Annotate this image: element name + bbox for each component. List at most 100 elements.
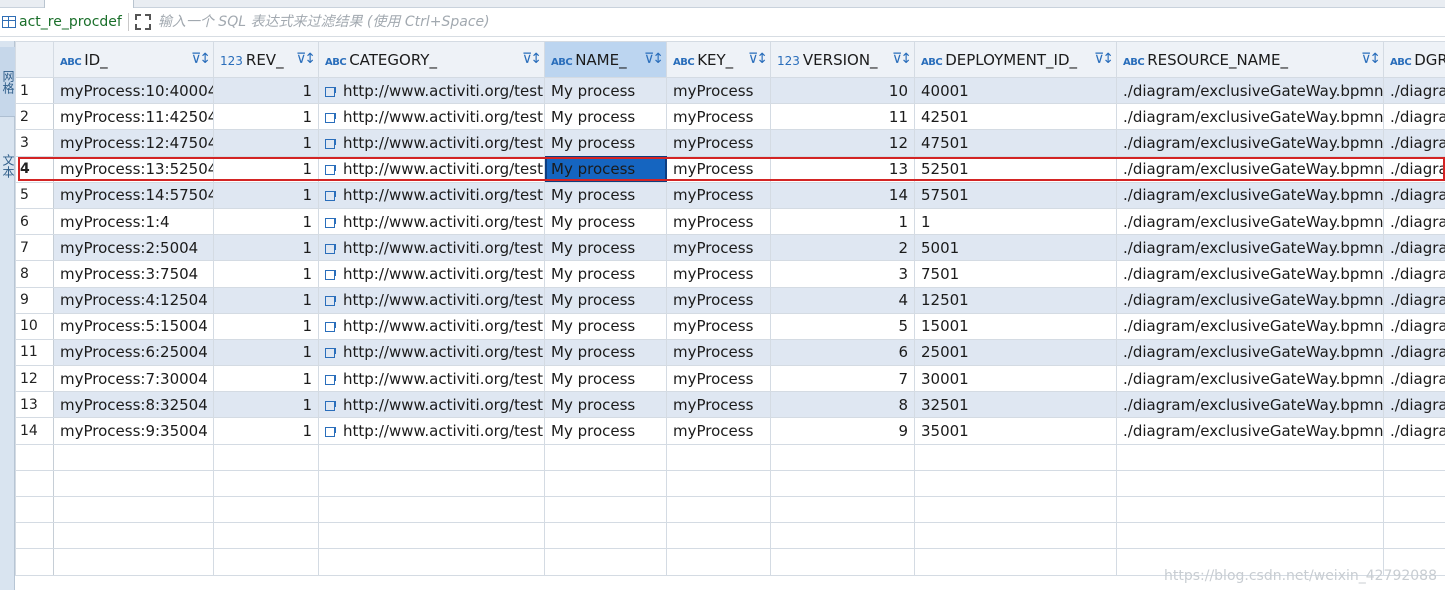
cell-resource-name[interactable]: ./diagram/exclusiveGateWay.bpmn [1116,129,1384,157]
cell-deployment-id[interactable]: 1 [914,207,1117,236]
cell-name[interactable]: My process [544,338,667,367]
column-header-resource-name[interactable]: ABC RESOURCE_NAME_ ⊽↕ [1116,41,1384,78]
table-name-label[interactable]: act_re_procdef [19,14,122,30]
cell-category[interactable]: http://www.activiti.org/test [318,365,545,393]
link-icon[interactable] [325,374,336,385]
column-header-deployment-id[interactable]: ABC DEPLOYMENT_ID_ ⊽↕ [914,41,1117,78]
cell-dgrm-resource-name[interactable]: ./diagra [1383,417,1445,445]
table-row[interactable]: 3 myProcess:12:47504 1 http://www.activiti.… [15,129,1445,157]
cell-resource-name[interactable]: ./diagram/exclusiveGateWay.bpmn [1116,234,1384,262]
link-icon[interactable] [325,86,336,97]
row-number[interactable]: 11 [15,338,54,367]
cell-name[interactable]: My process [544,260,667,288]
cell-category[interactable]: http://www.activiti.org/test [318,129,545,157]
cell-name[interactable]: My process [544,76,667,105]
cell-name[interactable]: My process [544,103,667,131]
link-icon[interactable] [325,348,336,359]
row-number[interactable]: 10 [15,312,54,340]
filter-sort-icon[interactable]: ⊽↕ [1094,51,1114,67]
cell-category[interactable]: http://www.activiti.org/test [318,286,545,314]
cell-key[interactable]: myProcess [666,286,771,314]
cell-id[interactable]: myProcess:12:47504 [53,129,214,157]
link-icon[interactable] [325,165,336,176]
cell-name[interactable]: My process [544,207,667,236]
row-number[interactable]: 2 [15,103,54,131]
cell-id[interactable]: myProcess:3:7504 [53,260,214,288]
cell-dgrm-resource-name[interactable]: ./diagra [1383,103,1445,131]
cell-dgrm-resource-name[interactable]: ./diagra [1383,234,1445,262]
cell-name[interactable]: My process [544,234,667,262]
link-icon[interactable] [325,112,336,123]
cell-deployment-id[interactable]: 12501 [914,286,1117,314]
cell-key[interactable]: myProcess [666,338,771,367]
cell-resource-name[interactable]: ./diagram/exclusiveGateWay.bpmn [1116,181,1384,209]
cell-resource-name[interactable]: ./diagram/exclusiveGateWay.bpmn [1116,207,1384,236]
cell-category[interactable]: http://www.activiti.org/test [318,103,545,131]
cell-dgrm-resource-name[interactable]: ./diagra [1383,181,1445,209]
cell-resource-name[interactable]: ./diagram/exclusiveGateWay.bpmn [1116,391,1384,419]
filter-sort-icon[interactable]: ⊽↕ [644,51,664,67]
cell-dgrm-resource-name[interactable]: ./diagra [1383,76,1445,105]
cell-rev[interactable]: 1 [213,365,319,393]
cell-resource-name[interactable]: ./diagram/exclusiveGateWay.bpmn [1116,312,1384,340]
cell-id[interactable]: myProcess:1:4 [53,207,214,236]
text-view-tab[interactable]: 文本 [0,136,15,196]
cell-resource-name[interactable]: ./diagram/exclusiveGateWay.bpmn [1116,155,1384,183]
grid-view-tab[interactable]: 网格 [0,47,15,117]
cell-version[interactable]: 14 [770,181,915,209]
cell-deployment-id[interactable]: 15001 [914,312,1117,340]
cell-dgrm-resource-name[interactable]: ./diagra [1383,365,1445,393]
cell-rev[interactable]: 1 [213,338,319,367]
cell-rev[interactable]: 1 [213,417,319,445]
link-icon[interactable] [325,296,336,307]
cell-version[interactable]: 3 [770,260,915,288]
cell-id[interactable]: myProcess:11:42504 [53,103,214,131]
cell-category[interactable]: http://www.activiti.org/test [318,338,545,367]
cell-dgrm-resource-name[interactable]: ./diagra [1383,286,1445,314]
cell-dgrm-resource-name[interactable]: ./diagra [1383,207,1445,236]
cell-key[interactable]: myProcess [666,76,771,105]
row-number[interactable]: 14 [15,417,54,445]
cell-name[interactable]: My process [544,365,667,393]
cell-deployment-id[interactable]: 57501 [914,181,1117,209]
cell-key[interactable]: myProcess [666,181,771,209]
cell-id[interactable]: myProcess:4:12504 [53,286,214,314]
cell-key[interactable]: myProcess [666,417,771,445]
cell-version[interactable]: 9 [770,417,915,445]
cell-category[interactable]: http://www.activiti.org/test [318,260,545,288]
cell-category[interactable]: http://www.activiti.org/test [318,391,545,419]
row-number[interactable]: 12 [15,365,54,393]
cell-resource-name[interactable]: ./diagram/exclusiveGateWay.bpmn [1116,417,1384,445]
cell-deployment-id[interactable]: 42501 [914,103,1117,131]
cell-category[interactable]: http://www.activiti.org/test [318,312,545,340]
column-header-name[interactable]: ABC NAME_ ⊽↕ [544,41,667,78]
row-number[interactable]: 13 [15,391,54,419]
table-row[interactable]: 6 myProcess:1:4 1 http://www.activiti.org/t… [15,207,1445,236]
table-row[interactable]: 4 myProcess:13:52504 1 http://www.activiti.… [15,155,1445,183]
cell-rev[interactable]: 1 [213,312,319,340]
filter-sort-icon[interactable]: ⊽↕ [748,51,768,67]
cell-dgrm-resource-name[interactable]: ./diagra [1383,338,1445,367]
link-icon[interactable] [325,191,336,202]
cell-key[interactable]: myProcess [666,312,771,340]
cell-id[interactable]: myProcess:10:40004 [53,76,214,105]
cell-name[interactable]: My process [544,391,667,419]
filter-input[interactable] [157,11,1398,33]
cell-id[interactable]: myProcess:8:32504 [53,391,214,419]
cell-resource-name[interactable]: ./diagram/exclusiveGateWay.bpmn [1116,103,1384,131]
link-icon[interactable] [325,243,336,254]
table-row[interactable]: 7 myProcess:2:5004 1 http://www.activiti.or… [15,234,1445,262]
cell-version[interactable]: 11 [770,103,915,131]
cell-deployment-id[interactable]: 25001 [914,338,1117,367]
cell-name[interactable]: My process [544,286,667,314]
cell-deployment-id[interactable]: 7501 [914,260,1117,288]
cell-rev[interactable]: 1 [213,260,319,288]
cell-version[interactable]: 7 [770,365,915,393]
cell-category[interactable]: http://www.activiti.org/test [318,207,545,236]
cell-version[interactable]: 4 [770,286,915,314]
column-header-category[interactable]: ABC CATEGORY_ ⊽↕ [318,41,545,78]
cell-id[interactable]: myProcess:6:25004 [53,338,214,367]
cell-id[interactable]: myProcess:7:30004 [53,365,214,393]
cell-category[interactable]: http://www.activiti.org/test [318,234,545,262]
table-row[interactable]: 12 myProcess:7:30004 1 http://www.activiti.… [15,365,1445,393]
